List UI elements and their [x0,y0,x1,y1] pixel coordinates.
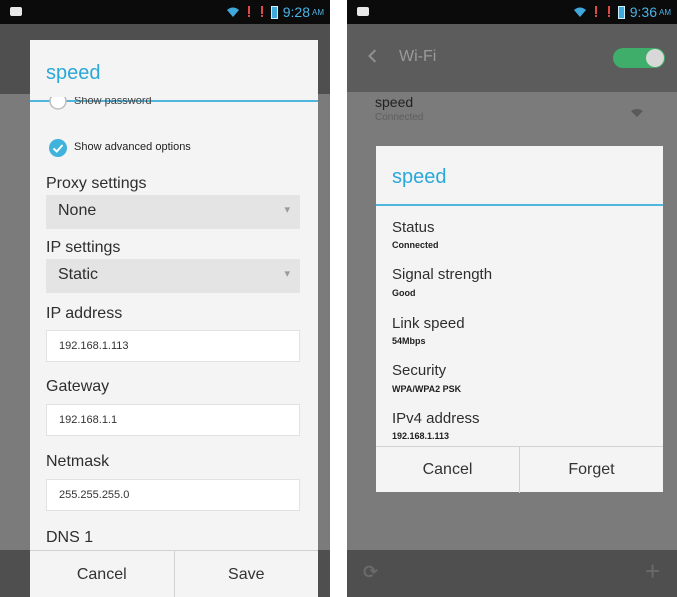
bottom-bar: ⟳ + [347,550,677,597]
show-advanced-label: Show advanced options [74,141,191,153]
signal-strength-value: Good [392,288,416,298]
proxy-settings-label: Proxy settings [46,175,147,192]
chevron-left-icon[interactable] [367,48,377,64]
wifi-config-dialog: speed Show password Show advanced option… [30,40,318,597]
link-speed-label: Link speed [392,315,465,332]
gateway-input[interactable]: 192.168.1.1 [46,404,300,436]
wifi-icon [573,7,586,17]
cancel-button[interactable]: Cancel [30,551,174,597]
signal-icon-2 [607,6,610,17]
action-bar: Wi-Fi [347,24,677,92]
gateway-label: Gateway [46,378,110,395]
cancel-button[interactable]: Cancel [376,447,519,493]
netmask-value: 255.255.255.0 [59,489,130,501]
dialog-button-bar: Cancel Forget [376,446,663,493]
dialog-title: speed [46,62,101,84]
checkbox-checked-icon[interactable] [48,138,68,158]
ip-settings-label: IP settings [46,239,121,256]
dropdown-arrow-icon: ▾ [284,204,290,216]
ipv4-address-label: IPv4 address [392,410,480,427]
network-status: Connected [375,112,424,123]
checkbox-unchecked-icon[interactable] [48,97,68,111]
network-name: speed [375,94,414,110]
ip-settings-value: Static [58,266,99,283]
ipv4-address-value: 192.168.1.113 [392,431,450,441]
battery-icon [270,5,278,19]
show-password-label: Show password [74,97,152,107]
ip-address-value: 192.168.1.113 [59,340,129,352]
battery-icon [617,5,625,19]
dropdown-arrow-icon: ▾ [284,268,290,280]
screenshot-right: 9:36 AM Wi-Fi speed Connected ⟳ + speed … [347,0,677,597]
proxy-settings-value: None [58,202,97,219]
netmask-label: Netmask [46,453,110,470]
status-time: 9:36 [629,4,657,20]
signal-icon [594,6,597,17]
security-label: Security [392,362,447,379]
status-time: 9:28 [282,4,310,20]
wifi-icon [226,7,239,17]
show-password-row[interactable]: Show password [46,97,306,117]
signal-strength-label: Signal strength [392,266,493,283]
signal-icon-2 [260,6,263,17]
ip-settings-select[interactable]: Static ▾ [46,259,300,293]
status-bar: 9:28 AM [0,0,330,24]
add-network-icon[interactable]: + [645,556,660,587]
save-button[interactable]: Save [173,551,319,597]
status-ampm: AM [312,7,324,17]
forget-button[interactable]: Forget [519,447,663,493]
screenshot-left: 9:28 AM speed Show password Show advance… [0,0,330,597]
dialog-button-bar: Cancel Save [30,550,318,597]
network-info-dialog: speed Status Connected Signal strength G… [376,146,663,493]
link-speed-value: 54Mbps [392,336,426,346]
notification-icon [357,7,369,16]
status-ampm: AM [659,7,671,17]
refresh-icon[interactable]: ⟳ [363,562,378,583]
dialog-title: speed [392,166,447,188]
notification-icon [10,7,22,16]
page-title: Wi-Fi [399,48,437,65]
gateway-value: 192.168.1.1 [59,414,118,426]
title-divider [376,204,663,206]
status-bar: 9:36 AM [347,0,677,24]
proxy-settings-select[interactable]: None ▾ [46,195,300,229]
security-value: WPA/WPA2 PSK [392,384,462,394]
ip-address-input[interactable]: 192.168.1.113 [46,330,300,362]
toggle-knob [646,49,664,67]
network-list-item[interactable]: speed Connected [347,92,677,136]
netmask-input[interactable]: 255.255.255.0 [46,479,300,511]
dns1-label: DNS 1 [46,529,94,546]
show-advanced-row[interactable]: Show advanced options [46,137,306,159]
signal-icon [247,6,250,17]
wifi-signal-icon [631,109,643,117]
ip-address-label: IP address [46,305,123,322]
status-value: Connected [392,240,439,250]
wifi-toggle[interactable] [613,48,665,68]
status-label: Status [392,219,435,236]
